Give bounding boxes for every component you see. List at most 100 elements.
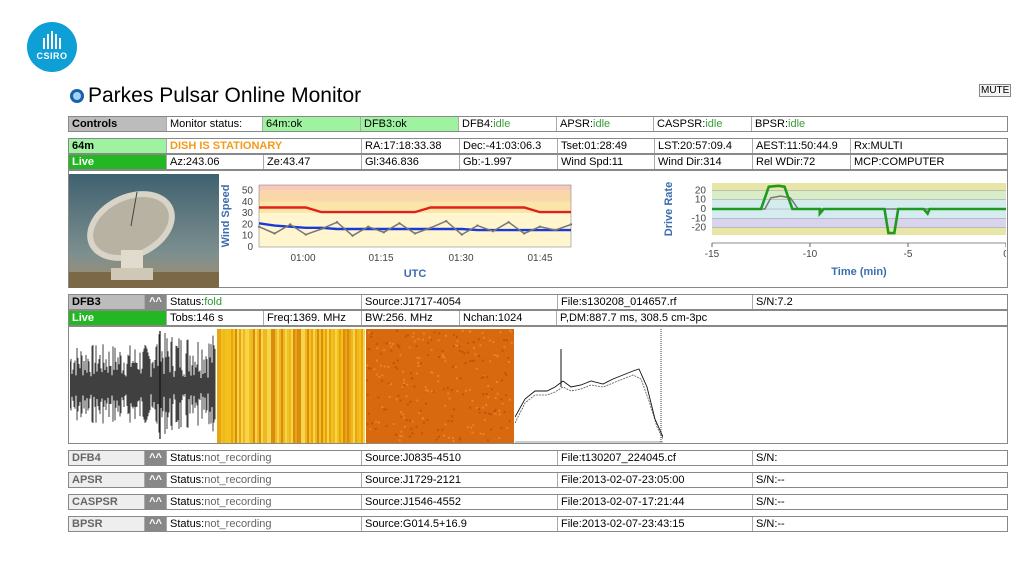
- phase-freq-speckle: [443, 356, 446, 359]
- phase-freq-speckle: [397, 394, 400, 397]
- backend-toggle-button[interactable]: ^^: [145, 495, 167, 509]
- phase-freq-speckle: [441, 428, 444, 431]
- phase-time-column: [285, 329, 287, 443]
- telescope-wind-dir: Wind Dir:314: [655, 155, 753, 169]
- phase-freq-speckle: [424, 402, 427, 405]
- phase-freq-speckle: [441, 349, 444, 352]
- phase-freq-speckle: [403, 384, 406, 387]
- phase-freq-speckle: [408, 435, 411, 438]
- telescope-name[interactable]: 64m: [69, 139, 167, 153]
- phase-freq-speckle: [508, 398, 511, 401]
- wind-series-point: [413, 232, 417, 235]
- phase-freq-speckle: [454, 344, 457, 347]
- wind-series-point: [445, 219, 448, 223]
- phase-freq-speckle: [484, 411, 487, 414]
- backend-source: Source:J1729-2121: [362, 473, 558, 487]
- backend-name[interactable]: APSR: [69, 473, 145, 487]
- phase-freq-speckle: [485, 393, 488, 396]
- phase-freq-speckle: [424, 389, 427, 392]
- phase-freq-speckle: [493, 354, 496, 357]
- pulse-profile-plot: [515, 329, 663, 443]
- phase-time-column: [237, 329, 239, 443]
- backend-status: Status:not_recording: [167, 495, 362, 509]
- phase-freq-speckle: [430, 338, 433, 341]
- phase-time-column: [295, 329, 297, 443]
- phase-freq-speckle: [389, 342, 392, 345]
- phase-freq-speckle: [420, 362, 423, 365]
- backend-source: Source:G014.5+16.9: [362, 517, 558, 531]
- phase-freq-speckle: [503, 339, 506, 342]
- phase-freq-speckle: [390, 349, 393, 352]
- phase-freq-speckle: [403, 378, 406, 381]
- phase-freq-speckle: [401, 386, 404, 389]
- dfb3-toggle-button[interactable]: ^^: [145, 295, 167, 309]
- phase-freq-speckle: [470, 426, 473, 429]
- phase-freq-speckle: [366, 364, 369, 367]
- controls-label[interactable]: Controls: [69, 117, 167, 131]
- backend-name[interactable]: DFB4: [69, 451, 145, 465]
- phase-freq-speckle: [479, 432, 482, 435]
- timeseries-trace: [70, 332, 216, 434]
- phase-freq-speckle: [468, 330, 471, 333]
- backend-toggle-button[interactable]: ^^: [145, 473, 167, 487]
- dfb3-name[interactable]: DFB3: [69, 295, 145, 309]
- phase-time-column: [265, 329, 267, 443]
- wind-y-axis-label: Wind Speed: [220, 185, 232, 248]
- phase-freq-speckle: [416, 356, 419, 359]
- status-apsr[interactable]: APSR:idle: [557, 117, 654, 131]
- phase-time-column: [327, 329, 329, 443]
- phase-time-column: [271, 329, 273, 443]
- phase-freq-speckle: [415, 372, 418, 375]
- phase-freq-speckle: [452, 333, 455, 336]
- phase-freq-speckle: [487, 396, 490, 399]
- backend-toggle-button[interactable]: ^^: [145, 451, 167, 465]
- phase-freq-speckle: [498, 413, 501, 416]
- phase-time-column: [321, 329, 323, 443]
- phase-freq-speckle: [444, 404, 447, 407]
- phase-time-column: [261, 329, 263, 443]
- phase-time-column: [217, 329, 219, 443]
- drive-band: [712, 190, 1006, 200]
- status-dfb4[interactable]: DFB4:idle: [459, 117, 557, 131]
- phase-freq-speckle: [402, 413, 405, 416]
- phase-freq-speckle: [370, 335, 373, 338]
- phase-freq-speckle: [399, 434, 402, 437]
- phase-freq-speckle: [452, 440, 455, 443]
- backend-source: Source:J1546-4552: [362, 495, 558, 509]
- phase-freq-speckle: [458, 345, 461, 348]
- phase-freq-speckle: [469, 406, 472, 409]
- phase-freq-speckle: [400, 415, 403, 418]
- wind-y-tick-label: 40: [242, 197, 254, 208]
- phase-freq-speckle: [451, 420, 454, 423]
- telescope-tset: Tset:01:28:49: [558, 139, 655, 153]
- phase-freq-speckle: [472, 424, 475, 427]
- phase-freq-speckle: [507, 360, 510, 363]
- phase-freq-speckle: [464, 389, 467, 392]
- drive-x-tick-label: -5: [904, 249, 913, 260]
- status-bpsr[interactable]: BPSR:idle: [752, 117, 1007, 131]
- phase-time-column: [355, 329, 357, 443]
- status-dfb3[interactable]: DFB3:ok: [361, 117, 459, 131]
- status-64m[interactable]: 64m:ok: [263, 117, 361, 131]
- backend-toggle-button[interactable]: ^^: [145, 517, 167, 531]
- phase-time-column: [287, 329, 289, 443]
- drive-y-tick-label: -20: [692, 223, 707, 234]
- phase-freq-speckle: [471, 359, 474, 362]
- phase-freq-speckle: [501, 349, 504, 352]
- dfb3-pdm: P,DM:887.7 ms, 308.5 cm-3pc: [560, 312, 708, 324]
- phase-freq-speckle: [442, 354, 445, 357]
- phase-freq-speckle: [421, 432, 424, 435]
- backend-name[interactable]: BPSR: [69, 517, 145, 531]
- backend-name[interactable]: CASPSR: [69, 495, 145, 509]
- status-caspsr[interactable]: CASPSR:idle: [654, 117, 752, 131]
- phase-time-column: [301, 329, 303, 443]
- telescope-mcp: MCP:COMPUTER: [854, 156, 945, 168]
- phase-freq-speckle: [455, 336, 458, 339]
- phase-time-column: [325, 329, 327, 443]
- phase-freq-speckle: [475, 367, 478, 370]
- phase-freq-speckle: [381, 405, 384, 408]
- phase-time-column: [263, 329, 265, 443]
- mute-button[interactable]: MUTE: [979, 84, 1012, 97]
- phase-freq-speckle: [469, 359, 472, 362]
- phase-freq-speckle: [422, 332, 425, 335]
